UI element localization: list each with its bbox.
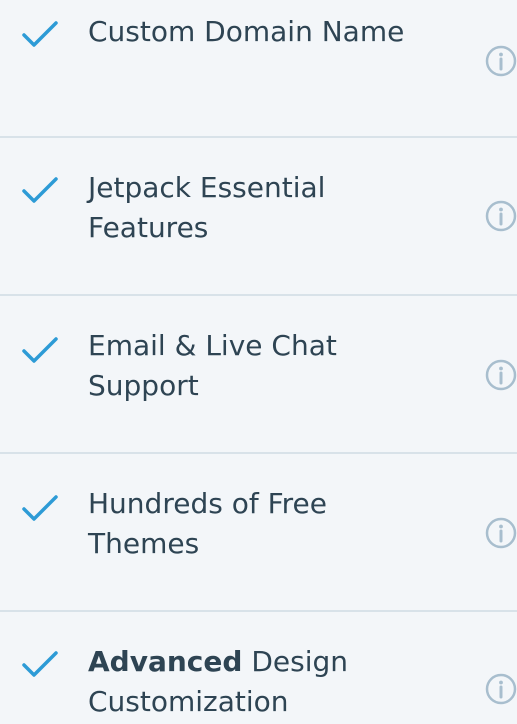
checkmark-icon <box>22 495 58 521</box>
checkmark-icon <box>22 21 58 47</box>
checkmark-icon <box>22 177 58 203</box>
feature-label: Advanced Design Customization <box>88 642 408 722</box>
feature-label-emphasis: Advanced <box>88 645 243 678</box>
feature-item-custom-domain: Custom Domain Name <box>0 0 517 138</box>
info-icon[interactable] <box>484 44 517 78</box>
info-icon[interactable] <box>484 672 517 706</box>
info-icon[interactable] <box>484 358 517 392</box>
info-icon[interactable] <box>484 199 517 233</box>
feature-item-jetpack: Jetpack Essential Features <box>0 138 517 296</box>
feature-item-advanced-design: Advanced Design Customization <box>0 612 517 724</box>
feature-label: Email & Live Chat Support <box>88 329 337 402</box>
feature-label: Custom Domain Name <box>88 15 405 48</box>
feature-item-free-themes: Hundreds of Free Themes <box>0 454 517 612</box>
info-icon[interactable] <box>484 516 517 550</box>
feature-label: Jetpack Essential Features <box>88 171 326 244</box>
checkmark-icon <box>22 651 58 677</box>
feature-label: Hundreds of Free Themes <box>88 487 328 560</box>
plan-feature-list: Custom Domain Name Jetpack Essential Fea… <box>0 0 517 724</box>
feature-item-email-support: Email & Live Chat Support <box>0 296 517 454</box>
checkmark-icon <box>22 337 58 363</box>
